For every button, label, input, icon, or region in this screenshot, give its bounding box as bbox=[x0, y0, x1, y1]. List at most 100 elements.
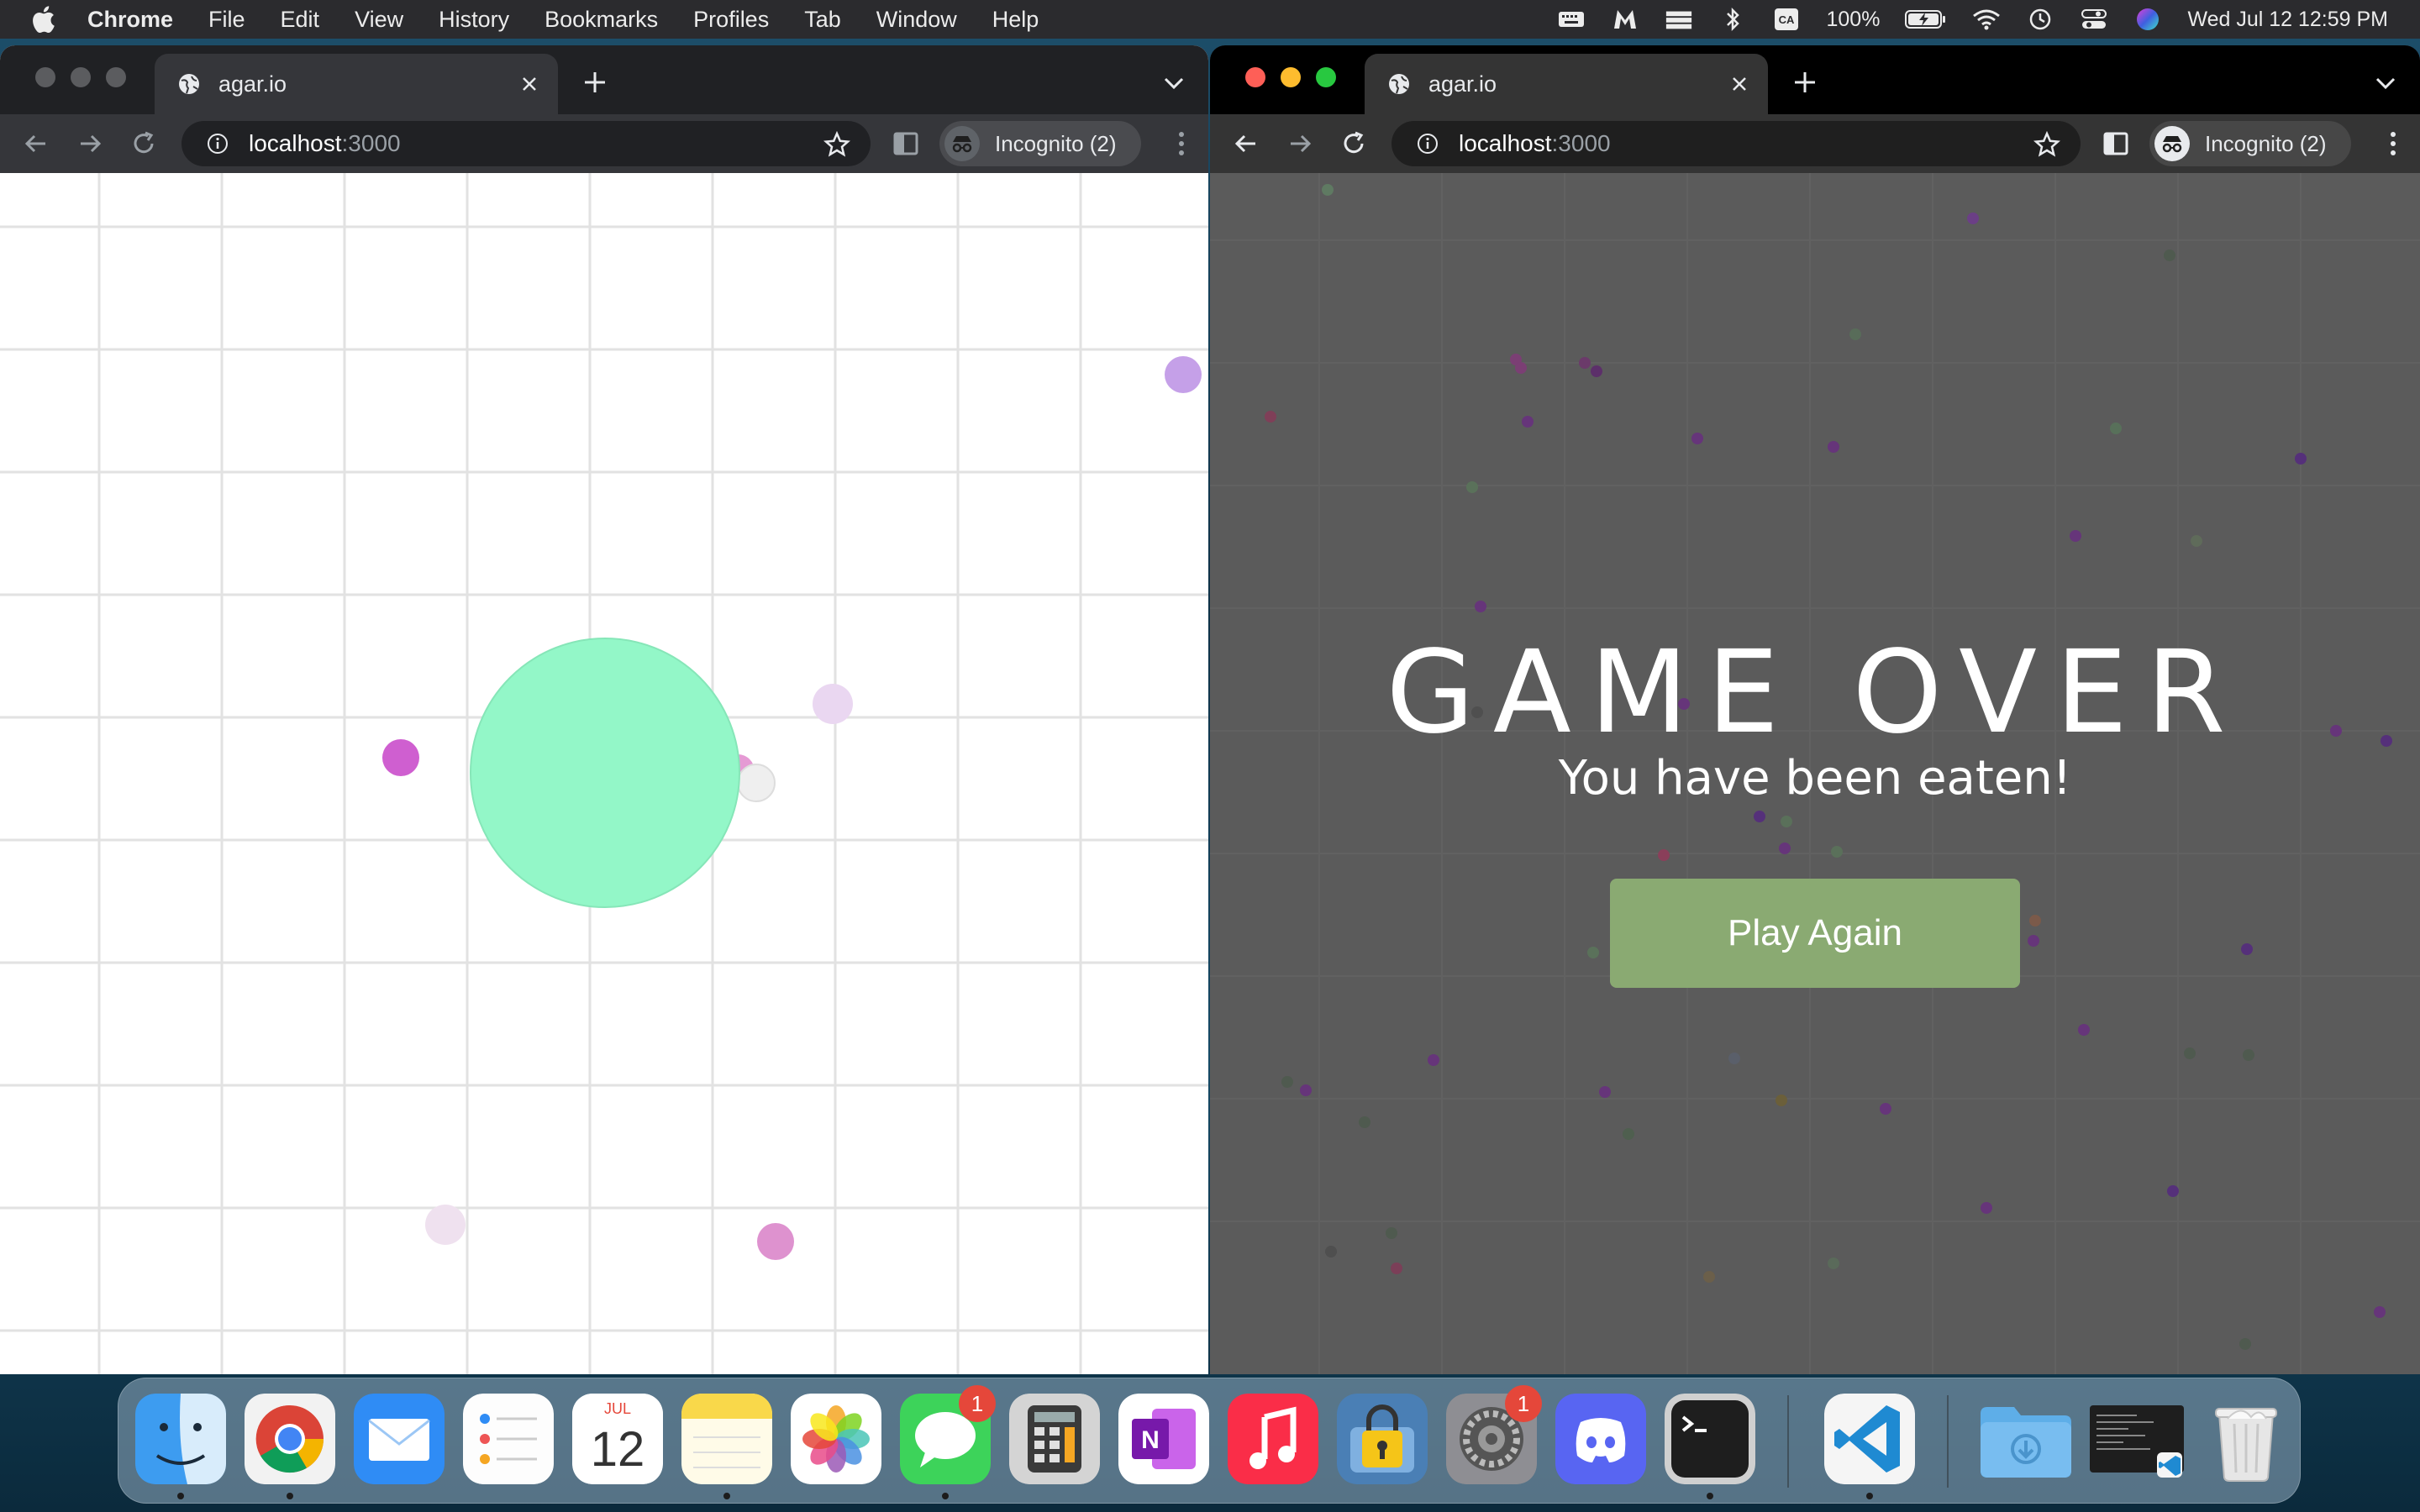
play-again-button[interactable]: Play Again bbox=[1610, 879, 2020, 988]
address-bar[interactable]: localhost:3000 bbox=[1392, 121, 2081, 166]
bookmark-star-icon[interactable] bbox=[2033, 131, 2060, 158]
reminders-icon[interactable] bbox=[463, 1394, 554, 1484]
calculator-icon[interactable] bbox=[1009, 1394, 1100, 1484]
menu-file[interactable]: File bbox=[208, 7, 245, 33]
food-pellet bbox=[382, 739, 419, 776]
menu-app-name[interactable]: Chrome bbox=[87, 7, 173, 33]
vscode-icon[interactable] bbox=[1824, 1394, 1915, 1484]
forward-arrow-icon[interactable] bbox=[76, 129, 104, 158]
chevron-down-icon[interactable] bbox=[2375, 76, 2396, 91]
chrome-icon[interactable] bbox=[245, 1394, 335, 1484]
discord-icon[interactable] bbox=[1555, 1394, 1646, 1484]
menu-bookmarks[interactable]: Bookmarks bbox=[544, 7, 658, 33]
control-center-icon[interactable] bbox=[2080, 7, 2108, 32]
close-window-button[interactable] bbox=[1245, 67, 1265, 87]
clock[interactable]: Wed Jul 12 12:59 PM bbox=[2187, 8, 2388, 32]
new-tab-icon[interactable] bbox=[581, 69, 608, 96]
game-over-overlay: GAME OVER You have been eaten! Play Agai… bbox=[1210, 173, 2420, 1374]
reload-icon[interactable] bbox=[1339, 129, 1368, 158]
menu-view[interactable]: View bbox=[355, 7, 403, 33]
time-machine-icon[interactable] bbox=[2026, 7, 2054, 32]
menu-help[interactable]: Help bbox=[992, 7, 1039, 33]
dock: JUL 12 1 N 1 bbox=[118, 1378, 2301, 1504]
trash-icon[interactable] bbox=[2201, 1394, 2291, 1484]
mail-icon[interactable] bbox=[354, 1394, 445, 1484]
close-tab-icon[interactable] bbox=[519, 74, 539, 94]
minimize-window-button[interactable] bbox=[1281, 67, 1301, 87]
apple-icon[interactable] bbox=[30, 5, 55, 34]
settings-badge: 1 bbox=[1505, 1385, 1542, 1422]
running-indicator bbox=[177, 1493, 184, 1499]
side-panel-icon[interactable] bbox=[2102, 129, 2129, 158]
food-pellet bbox=[1165, 356, 1202, 393]
game-over-subtitle: You have been eaten! bbox=[1558, 751, 2072, 806]
calendar-day: 12 bbox=[591, 1422, 645, 1477]
new-tab-icon[interactable] bbox=[1791, 69, 1818, 96]
more-options-icon[interactable] bbox=[1176, 129, 1186, 158]
url-host: localhost bbox=[249, 130, 342, 156]
menu-edit[interactable]: Edit bbox=[281, 7, 320, 33]
incognito-profile-button[interactable]: Incognito (2) bbox=[2149, 121, 2351, 166]
bookmark-star-icon[interactable] bbox=[823, 131, 850, 158]
site-info-icon[interactable] bbox=[1417, 133, 1439, 155]
forward-arrow-icon[interactable] bbox=[1286, 129, 1314, 158]
running-indicator bbox=[1866, 1493, 1873, 1499]
chevron-down-icon[interactable] bbox=[1163, 76, 1185, 91]
incognito-icon bbox=[2154, 126, 2190, 161]
tab-agar-io[interactable]: agar.io bbox=[155, 54, 558, 114]
input-source-icon[interactable]: CA bbox=[1772, 7, 1801, 32]
running-indicator bbox=[287, 1493, 293, 1499]
incognito-profile-button[interactable]: Incognito (2) bbox=[939, 121, 1141, 166]
menu-window[interactable]: Window bbox=[876, 7, 957, 33]
game-viewport[interactable] bbox=[0, 173, 1208, 1374]
onenote-icon[interactable]: N bbox=[1118, 1394, 1209, 1484]
site-info-icon[interactable] bbox=[207, 133, 229, 155]
input-source-label: CA bbox=[1779, 13, 1795, 26]
finder-icon[interactable] bbox=[135, 1394, 226, 1484]
keychain-icon[interactable] bbox=[1337, 1394, 1428, 1484]
close-tab-icon[interactable] bbox=[1729, 74, 1749, 94]
tab-title: agar.io bbox=[218, 71, 287, 97]
game-viewport[interactable]: GAME OVER You have been eaten! Play Agai… bbox=[1210, 173, 2420, 1374]
window-controls bbox=[1245, 67, 1336, 87]
malwarebytes-icon[interactable] bbox=[1611, 7, 1639, 32]
bluetooth-icon[interactable] bbox=[1718, 7, 1747, 32]
music-icon[interactable] bbox=[1228, 1394, 1318, 1484]
recent-window-icon[interactable] bbox=[2086, 1394, 2187, 1484]
terminal-icon[interactable] bbox=[1665, 1394, 1755, 1484]
zoom-window-button[interactable] bbox=[1316, 67, 1336, 87]
keyboard-icon[interactable] bbox=[1557, 7, 1586, 32]
close-window-button[interactable] bbox=[35, 67, 55, 87]
stack-icon[interactable] bbox=[1665, 7, 1693, 32]
calendar-icon[interactable]: JUL 12 bbox=[572, 1394, 663, 1484]
photos-icon[interactable] bbox=[791, 1394, 881, 1484]
food-pellet bbox=[737, 764, 776, 802]
notes-icon[interactable] bbox=[681, 1394, 772, 1484]
tab-agar-io[interactable]: agar.io bbox=[1365, 54, 1768, 114]
food-pellet bbox=[425, 1205, 466, 1245]
address-bar[interactable]: localhost:3000 bbox=[182, 121, 871, 166]
window-controls bbox=[35, 67, 126, 87]
battery-icon[interactable] bbox=[1905, 7, 1947, 32]
menu-profiles[interactable]: Profiles bbox=[693, 7, 769, 33]
menu-tab[interactable]: Tab bbox=[804, 7, 841, 33]
dock-separator bbox=[1787, 1395, 1789, 1488]
downloads-folder-icon[interactable] bbox=[1975, 1394, 2076, 1484]
side-panel-icon[interactable] bbox=[892, 129, 919, 158]
wifi-icon[interactable] bbox=[1972, 7, 2001, 32]
siri-icon[interactable] bbox=[2133, 7, 2162, 32]
back-arrow-icon[interactable] bbox=[1232, 129, 1260, 158]
browser-window-left: agar.io localhost:3000 Incognito (2) bbox=[0, 45, 1208, 1374]
tab-strip: agar.io bbox=[0, 45, 1208, 114]
url-host: localhost bbox=[1459, 130, 1552, 156]
back-arrow-icon[interactable] bbox=[22, 129, 50, 158]
reload-icon[interactable] bbox=[129, 129, 158, 158]
food-pellet bbox=[757, 1223, 794, 1260]
zoom-window-button[interactable] bbox=[106, 67, 126, 87]
minimize-window-button[interactable] bbox=[71, 67, 91, 87]
player-cell bbox=[470, 638, 740, 908]
menu-bar: Chrome File Edit View History Bookmarks … bbox=[0, 0, 2420, 39]
more-options-icon[interactable] bbox=[2388, 129, 2398, 158]
game-canvas[interactable] bbox=[0, 173, 1208, 1374]
menu-history[interactable]: History bbox=[439, 7, 509, 33]
